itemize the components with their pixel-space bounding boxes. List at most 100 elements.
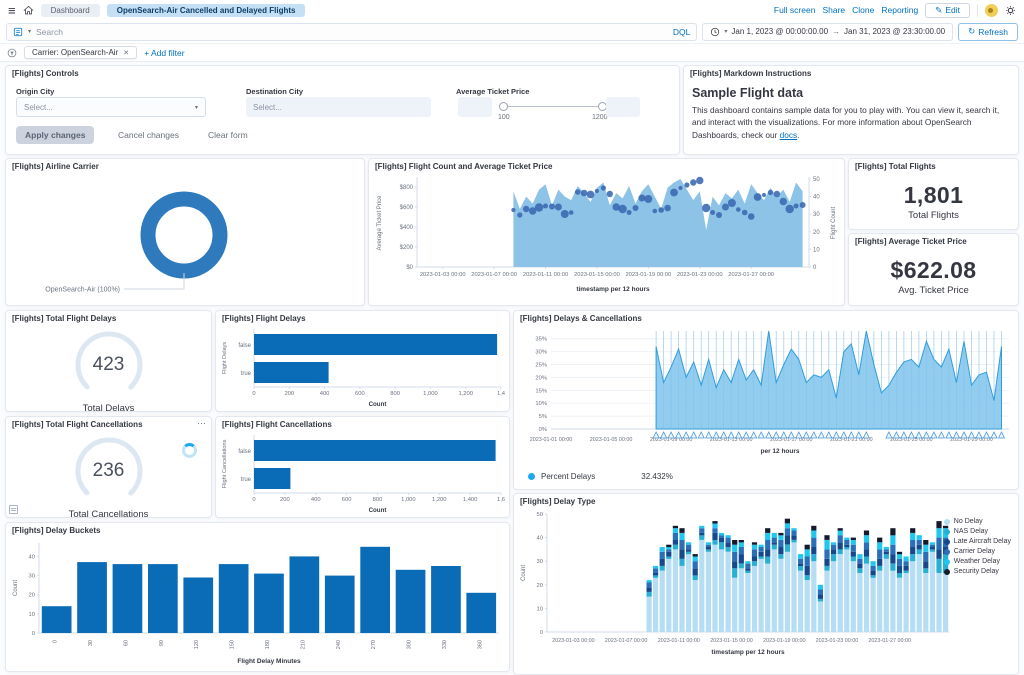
panel-flights-controls: [Flights] Controls Origin City Select...… <box>5 65 680 155</box>
clear-form-button[interactable]: Clear form <box>208 126 248 144</box>
nav-divider <box>977 4 978 17</box>
svg-text:35%: 35% <box>535 337 547 343</box>
legend-toggle-button[interactable] <box>9 505 18 514</box>
dql-button[interactable]: DQL <box>673 27 690 37</box>
svg-text:40: 40 <box>537 535 543 541</box>
destination-city-select[interactable]: Select... <box>246 97 431 117</box>
chevron-down-icon: ▾ <box>195 104 198 111</box>
svg-text:$800: $800 <box>400 185 414 191</box>
cancel-changes-button[interactable]: Cancel changes <box>118 126 179 144</box>
edit-button[interactable]: ✎ Edit <box>925 3 970 18</box>
price-slider-handle-min[interactable] <box>499 102 508 111</box>
breadcrumb-dashboard[interactable]: Dashboard <box>41 4 100 17</box>
svg-text:200: 200 <box>284 391 294 397</box>
svg-text:2023-01-11 00:00: 2023-01-11 00:00 <box>523 272 568 278</box>
legend-item[interactable]: Security Delay <box>944 568 1011 575</box>
remove-filter-icon[interactable]: ✕ <box>123 49 129 57</box>
svg-text:2023-01-23 00:00: 2023-01-23 00:00 <box>816 638 859 644</box>
user-avatar[interactable] <box>985 4 998 17</box>
delay-buckets-bar-chart[interactable]: 0102030400306090120150180210240270300330… <box>9 537 506 669</box>
svg-text:10: 10 <box>537 606 543 612</box>
svg-text:0: 0 <box>53 640 59 643</box>
panel-delay-buckets: [Flights] Delay Buckets 0102030400306090… <box>5 522 510 672</box>
price-min-input[interactable] <box>458 97 492 117</box>
filter-bar: Carrier: OpenSearch-Air ✕ + Add filter <box>0 44 1024 62</box>
flight-count-price-chart[interactable]: $0$200$400$600$800010203040502023-01-03 … <box>371 173 842 303</box>
svg-text:30: 30 <box>88 640 94 646</box>
refresh-button[interactable]: ↻ Refresh <box>958 23 1018 41</box>
legend-item[interactable]: Late Aircraft Delay <box>944 538 1011 545</box>
svg-text:2023-01-01 00:00: 2023-01-01 00:00 <box>530 437 573 443</box>
clone-link[interactable]: Clone <box>852 5 874 15</box>
svg-text:$600: $600 <box>400 205 414 211</box>
total-flights-value: 1,801 <box>904 182 964 209</box>
svg-text:25%: 25% <box>535 362 547 368</box>
svg-text:2023-01-07 00:00: 2023-01-07 00:00 <box>605 638 648 644</box>
svg-text:30%: 30% <box>535 349 547 355</box>
destination-city-label: Destination City <box>246 87 303 96</box>
svg-text:30: 30 <box>813 212 820 218</box>
svg-text:30: 30 <box>537 559 543 565</box>
delays-cancellations-area-chart[interactable]: 0%5%10%15%20%25%30%35%2023-01-01 00:0020… <box>517 325 1015 469</box>
apply-changes-button[interactable]: Apply changes <box>16 126 94 144</box>
filter-pill-carrier[interactable]: Carrier: OpenSearch-Air ✕ <box>24 46 137 59</box>
flight-cancellations-bar-chart[interactable]: 02004006008001,0001,2001,4001,6falsetrue… <box>218 431 507 518</box>
home-icon[interactable] <box>23 5 34 16</box>
avg-ticket-price-label: Average Ticket Price <box>456 87 529 96</box>
svg-text:600: 600 <box>342 497 352 503</box>
flight-delays-bar-chart[interactable]: 02004006008001,0001,2001,4falsetrueCount… <box>218 325 507 412</box>
time-range-picker[interactable]: ▾ Jan 1, 2023 @ 00:00:00.00 → Jan 31, 20… <box>702 23 953 41</box>
svg-text:1,200: 1,200 <box>432 497 447 503</box>
total-delays-gauge[interactable]: 423 <box>71 327 147 403</box>
svg-text:1,6: 1,6 <box>497 497 505 503</box>
total-delays-label: Total Delays <box>6 403 211 412</box>
svg-text:Flight Count: Flight Count <box>831 206 837 239</box>
avg-ticket-price-label: Avg. Ticket Price <box>898 285 969 296</box>
legend-dot <box>944 539 950 545</box>
svg-text:2023-01-07 00:00: 2023-01-07 00:00 <box>471 272 517 278</box>
panel-avg-ticket-price: [Flights] Average Ticket Price $622.08 A… <box>848 233 1019 306</box>
legend-dot <box>944 519 950 525</box>
svg-text:30: 30 <box>29 573 35 579</box>
origin-city-select[interactable]: Select... ▾ <box>16 97 206 117</box>
svg-text:per 12 hours: per 12 hours <box>760 448 799 455</box>
svg-text:120: 120 <box>194 640 200 649</box>
total-cancellations-gauge[interactable]: 236 <box>71 433 147 509</box>
price-max-input[interactable] <box>606 97 640 117</box>
search-bar[interactable]: ▾ DQL <box>6 23 697 41</box>
svg-text:240: 240 <box>336 640 342 649</box>
legend-item[interactable]: Weather Delay <box>944 558 1011 565</box>
search-input[interactable] <box>36 27 668 37</box>
airline-carrier-donut-chart[interactable]: OpenSearch-Air (100%) <box>6 173 362 305</box>
panel-menu-button[interactable]: ⋯ <box>197 419 206 428</box>
legend-item[interactable]: NAS Delay <box>944 528 1011 535</box>
reporting-link[interactable]: Reporting <box>881 5 918 15</box>
chevron-down-icon[interactable]: ▾ <box>28 28 31 35</box>
svg-text:2023-01-27 00:00: 2023-01-27 00:00 <box>728 272 774 278</box>
panel-title: [Flights] Flight Delays <box>216 311 509 325</box>
legend-value: 32.432% <box>641 472 673 481</box>
legend-item[interactable]: Carrier Delay <box>944 548 1011 555</box>
percent-delays-legend[interactable]: Percent Delays 32.432% <box>514 469 1018 481</box>
panel-delays-cancellations: [Flights] Delays & Cancellations 0%5%10%… <box>513 310 1019 490</box>
filter-icon[interactable] <box>7 48 17 58</box>
date-to[interactable]: Jan 31, 2023 @ 23:30:00.00 <box>844 27 945 36</box>
svg-text:2023-01-11 00:00: 2023-01-11 00:00 <box>658 638 700 644</box>
total-delays-value: 423 <box>71 327 147 403</box>
add-filter-link[interactable]: + Add filter <box>144 48 184 58</box>
svg-text:5%: 5% <box>539 414 547 420</box>
share-link[interactable]: Share <box>822 5 845 15</box>
docs-link[interactable]: docs <box>780 130 798 140</box>
gear-icon[interactable] <box>1005 5 1016 16</box>
svg-text:$0: $0 <box>406 265 413 271</box>
date-from[interactable]: Jan 1, 2023 @ 00:00:00.00 <box>731 27 828 36</box>
menu-icon[interactable]: ≡ <box>8 4 16 17</box>
legend-item[interactable]: No Delay <box>944 518 1011 525</box>
delay-type-stacked-chart[interactable]: 010203040502023-01-03 00:002023-01-07 00… <box>517 508 1015 670</box>
saved-query-icon[interactable] <box>13 27 23 37</box>
svg-text:400: 400 <box>320 391 330 397</box>
panel-title: [Flights] Flight Cancellations <box>216 417 509 431</box>
full-screen-link[interactable]: Full screen <box>774 5 816 15</box>
svg-text:20: 20 <box>29 592 35 598</box>
panel-title: [Flights] Airline Carrier <box>6 159 364 173</box>
